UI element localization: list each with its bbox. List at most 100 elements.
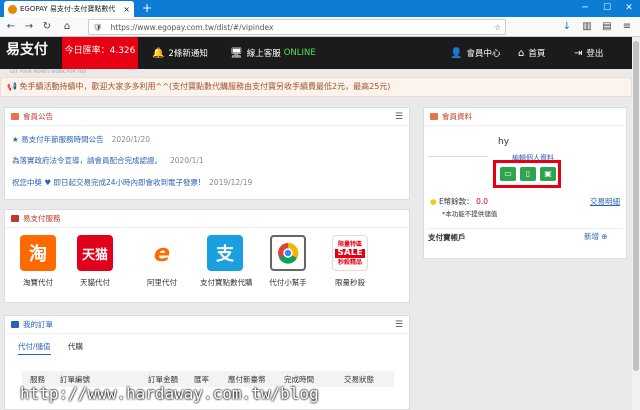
- notifications-link[interactable]: 🔔 2條新通知: [152, 37, 208, 69]
- service-label: 天貓代付: [80, 278, 110, 287]
- wallet-icon[interactable]: ▣: [540, 167, 556, 181]
- service-label: 限量秒殺: [335, 278, 365, 287]
- logo-text: 易支付: [6, 42, 48, 58]
- tab-purchase[interactable]: 代購: [68, 341, 83, 352]
- forward-icon[interactable]: →: [22, 20, 36, 34]
- service-alibaba[interactable]: e 阿里代付: [137, 235, 187, 288]
- new-tab-button[interactable]: +: [140, 1, 154, 15]
- download-icon[interactable]: ↓: [560, 20, 574, 34]
- announcement-date: 2020/1/1: [170, 156, 204, 165]
- url-text: https://www.egopay.com.tw/dist/#/vipinde…: [110, 22, 274, 32]
- logout-link[interactable]: ⇥ 登出: [574, 37, 603, 69]
- support-link[interactable]: 🖥 線上客服 ONLINE: [230, 37, 316, 69]
- logout-label: 登出: [586, 49, 604, 59]
- member-header: 會員資料: [424, 108, 626, 126]
- announcement-item[interactable]: ★ 易支付年節服務時間公告 2020/1/20: [12, 134, 150, 145]
- member-title: 會員資料: [442, 112, 472, 121]
- alipay-icon: 支: [207, 235, 243, 271]
- browser-tab-bar: EGOPAY 易支付-支付寶點數代 × + ─ ☐ ✕: [0, 0, 640, 17]
- service-alipay-points[interactable]: 支 支付寶點數代購: [200, 235, 253, 288]
- alibaba-icon: e: [144, 235, 180, 271]
- close-tab-icon[interactable]: ×: [123, 5, 130, 14]
- column-header: 交易狀態: [344, 375, 374, 384]
- sidebar-icon[interactable]: ▤: [600, 20, 614, 34]
- home-icon: ⌂: [518, 47, 525, 59]
- user-icon: 👤: [450, 47, 463, 59]
- announcement-item[interactable]: 為落實政府法令宣導，請會員配合完成認證。 2020/1/1: [12, 155, 204, 166]
- site-header: 易支付 LET YOUR MONEY WORK FOR YOU 今日匯率：4.3…: [0, 37, 640, 74]
- member-icon: [430, 113, 438, 120]
- balance-label: E幣餘款：: [438, 197, 474, 206]
- watermark: http://www.hardaway.com.tw/blog: [20, 384, 319, 403]
- taobao-icon: 淘: [20, 235, 56, 271]
- services-title: 易支付服務: [23, 214, 61, 223]
- plus-circle-icon: ⊕: [601, 232, 608, 241]
- scroll-thumb[interactable]: [633, 41, 639, 371]
- service-label: 代付小幫手: [269, 278, 307, 287]
- chrome-helper-icon: [270, 235, 306, 271]
- username: hy: [498, 137, 510, 147]
- services-header: 易支付服務: [5, 210, 409, 228]
- megaphone-icon: 📢: [7, 82, 20, 91]
- orders-header: 我的訂單 ☰: [5, 316, 409, 334]
- exchange-rate-badge: 今日匯率：4.326: [62, 37, 138, 69]
- tab-title: EGOPAY 易支付-支付寶點數代: [20, 5, 116, 13]
- hamburger-icon[interactable]: ☰: [395, 112, 403, 122]
- service-tmall[interactable]: 天猫 天貓代付: [70, 235, 120, 288]
- back-icon[interactable]: ←: [4, 20, 18, 34]
- service-label: 支付寶點數代購: [200, 278, 253, 287]
- menu-icon[interactable]: ≡: [620, 20, 634, 34]
- balance-note: *本功能不提供儲值: [442, 210, 498, 218]
- announcements-header: 會員公告 ☰: [5, 108, 409, 126]
- home-label: 首頁: [528, 49, 546, 59]
- page-scrollbar[interactable]: [632, 37, 640, 410]
- announcement-icon: [11, 113, 19, 120]
- highlight-box: ▭ ▯ ▣: [493, 160, 561, 188]
- browser-nav-bar: ← → ↻ ⌂ 🛡 https://www.egopay.com.tw/dist…: [0, 17, 640, 37]
- announcement-date: 2020/1/20: [111, 135, 151, 144]
- announcement-date: 2019/12/19: [209, 178, 253, 187]
- monitor-icon: 🖥: [230, 47, 243, 59]
- shield-icon: 🛡: [93, 22, 103, 32]
- service-taobao[interactable]: 淘 淘寶代付: [13, 235, 63, 288]
- logout-icon: ⇥: [574, 47, 583, 59]
- minimize-icon[interactable]: ─: [574, 0, 596, 16]
- notifications-label: 2條新通知: [168, 49, 208, 59]
- member-center-link[interactable]: 👤 會員中心: [450, 37, 500, 69]
- add-label: 新增: [584, 232, 599, 241]
- sale-sub-text: 秒殺精品: [337, 258, 362, 266]
- balance-value: 0.0: [476, 197, 489, 206]
- egopay-logo[interactable]: 易支付 LET YOUR MONEY WORK FOR YOU: [6, 39, 86, 74]
- phone-icon[interactable]: ▯: [520, 167, 536, 181]
- transactions-link[interactable]: 交易明細: [590, 196, 620, 207]
- tmall-icon: 天猫: [77, 235, 113, 271]
- member-center-label: 會員中心: [466, 49, 501, 59]
- service-label: 淘寶代付: [23, 278, 53, 287]
- library-icon[interactable]: ▥: [580, 20, 594, 34]
- grid-icon: [11, 215, 19, 222]
- announcement-text: 祝您中獎 ♥ 即日起交易完成24小時內即會收到電子發票!: [12, 178, 202, 187]
- card-icon[interactable]: ▭: [500, 167, 516, 181]
- hamburger-icon[interactable]: ☰: [395, 320, 403, 330]
- bookmark-star-icon[interactable]: ☆: [494, 23, 501, 32]
- egopay-favicon-icon: [8, 4, 17, 14]
- window-close-icon[interactable]: ✕: [618, 0, 640, 16]
- support-status: ONLINE: [283, 48, 316, 58]
- service-helper[interactable]: 代付小幫手: [263, 235, 313, 288]
- coin-icon: ●: [430, 197, 437, 206]
- announcement-text: 為落實政府法令宣導，請會員配合完成認證。: [12, 156, 162, 165]
- home-link[interactable]: ⌂ 首頁: [518, 37, 545, 69]
- promo-notice: 📢 免手續活動持續中，歡迎大家多多利用^^(支付寶點數代購服務由支付寶另收手續費…: [0, 77, 632, 97]
- balance-row: ● E幣餘款： 0.0: [430, 196, 488, 207]
- maximize-icon[interactable]: ☐: [596, 0, 618, 16]
- service-flash-sale[interactable]: 限量特區 SALE 秒殺精品 限量秒殺: [325, 235, 375, 288]
- orders-title: 我的訂單: [23, 320, 53, 329]
- tab-payment[interactable]: 代付/儲值: [18, 341, 51, 355]
- browser-tab[interactable]: EGOPAY 易支付-支付寶點數代 ×: [4, 1, 134, 17]
- home-browser-icon[interactable]: ⌂: [60, 20, 74, 34]
- reload-icon[interactable]: ↻: [40, 20, 54, 34]
- service-label: 阿里代付: [147, 278, 177, 287]
- add-account-button[interactable]: 新增 ⊕: [584, 231, 608, 242]
- address-bar[interactable]: 🛡 https://www.egopay.com.tw/dist/#/vipin…: [88, 19, 506, 35]
- announcement-item[interactable]: 祝您中獎 ♥ 即日起交易完成24小時內即會收到電子發票! 2019/12/19: [12, 177, 252, 188]
